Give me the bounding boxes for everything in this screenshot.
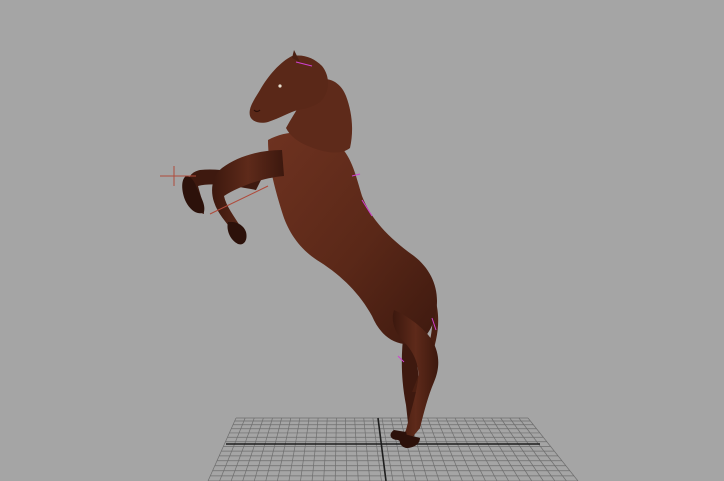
grid-line-vertical [242,417,264,481]
viewport-canvas[interactable] [0,0,724,481]
grid-line-vertical [300,417,310,481]
grid-line-vertical [288,417,301,481]
grid-line-vertical [354,417,359,481]
grid-line-vertical [418,417,440,481]
grid-line-vertical [345,417,348,481]
hoof-front-near[interactable] [227,222,247,245]
grid-line-vertical [427,417,452,481]
front-leg-near[interactable] [212,150,284,230]
grid-line-vertical [363,417,371,481]
grid-line-vertical [509,417,556,481]
ground-grid [207,417,579,481]
horse-body[interactable] [268,132,438,345]
grid-line-vertical [436,417,463,481]
grid-line-vertical [311,417,319,481]
grid-line-vertical [219,417,246,481]
horse-model[interactable] [182,50,439,448]
grid-line-vertical [207,417,237,481]
3d-viewport[interactable] [0,0,724,481]
grid-line-vertical [472,417,509,481]
grid-line-vertical [500,417,544,481]
grid-line-vertical [482,417,521,481]
grid-line-vertical [372,417,382,481]
grid-line-vertical [381,417,394,481]
grid-axis-z [377,417,387,481]
grid-line-vertical [323,417,328,481]
grid-line-vertical [527,417,579,481]
grid-line-vertical [334,417,337,481]
eye [278,84,282,88]
grid-line-vertical [230,417,255,481]
grid-line-vertical [253,417,273,481]
